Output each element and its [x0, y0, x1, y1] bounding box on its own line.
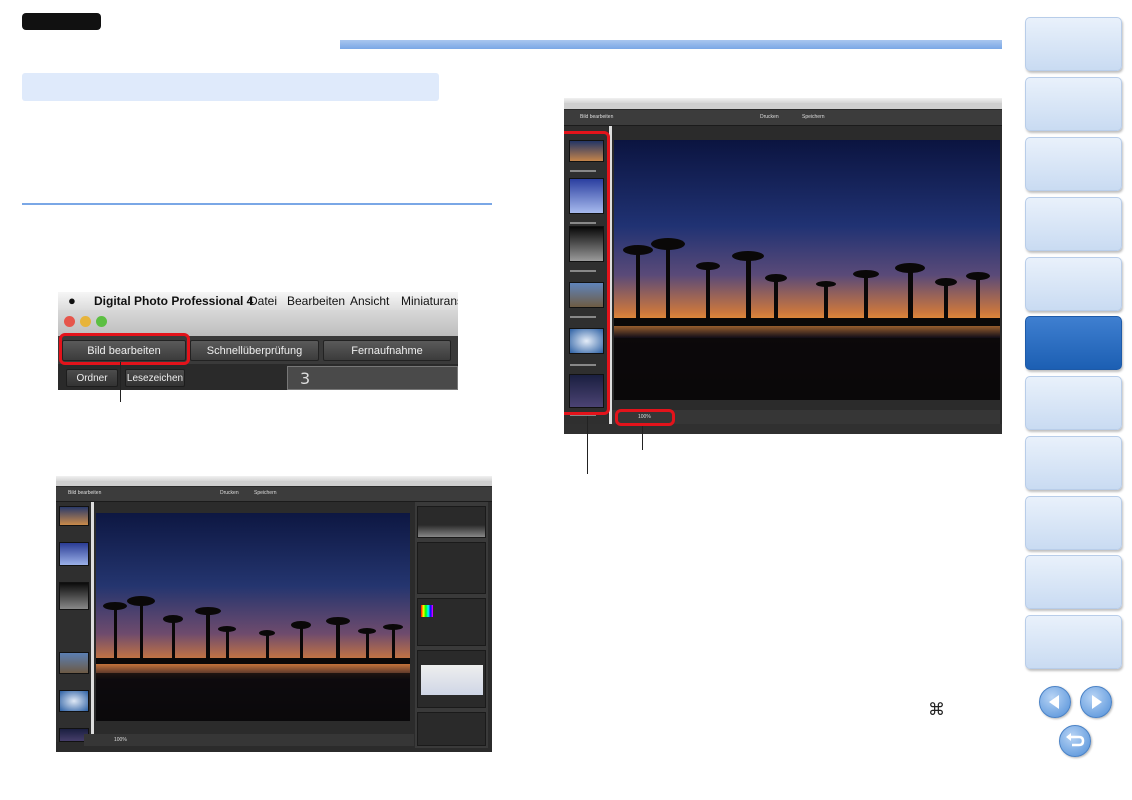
menu-item-ansicht[interactable]: Ansicht: [350, 294, 389, 308]
nav-tab-2[interactable]: [1025, 77, 1122, 131]
arrow-left-icon: [1049, 695, 1059, 709]
nav-tab-4[interactable]: [1025, 197, 1122, 251]
histogram-panel: [417, 506, 486, 538]
thumbnail[interactable]: [59, 506, 89, 526]
color-adjustment-panel: [417, 598, 486, 646]
menu-item-datei[interactable]: Datei: [249, 294, 277, 308]
tab-remote-capture[interactable]: Fernaufnahme: [323, 340, 451, 361]
zoom-level[interactable]: 100%: [114, 737, 127, 743]
nav-tab-8[interactable]: [1025, 436, 1122, 490]
zoom-icon[interactable]: [96, 316, 107, 327]
detail-panel: [417, 712, 486, 746]
return-icon: [1066, 733, 1085, 747]
main-photo: [614, 140, 1000, 400]
window-title-bar: [564, 103, 1002, 109]
nav-tab-9[interactable]: [1025, 496, 1122, 550]
highlight-thumbnail-column: [564, 131, 610, 415]
bottom-toolbar: 100%: [84, 734, 414, 746]
return-button[interactable]: [1059, 725, 1091, 757]
nav-tab-11[interactable]: [1025, 615, 1122, 669]
minimize-icon[interactable]: [80, 316, 91, 327]
print-button[interactable]: Drucken: [760, 114, 779, 120]
next-page-button[interactable]: [1080, 686, 1112, 718]
bookmarks-tab[interactable]: Lesezeichen: [125, 369, 185, 387]
highlight-edit-image-tab: [59, 333, 190, 365]
nav-tab-6-active[interactable]: [1025, 316, 1122, 370]
menu-bar: ● Digital Photo Professional 4 Datei Bea…: [58, 292, 458, 310]
preview-number: 3: [300, 369, 311, 388]
preview-area: 3: [287, 366, 458, 390]
callout-line-zoom: [642, 426, 643, 450]
baobab-silhouettes: [96, 596, 410, 721]
zoomed-window-header: ● Digital Photo Professional 4 Datei Bea…: [58, 292, 458, 390]
nav-tab-1[interactable]: [1025, 17, 1122, 71]
nav-tab-10[interactable]: [1025, 555, 1122, 609]
edit-window-screenshot-large: Bild bearbeiten Drucken Speichern 100%: [564, 98, 1002, 434]
tab-quick-check[interactable]: Schnellüberprüfung: [190, 340, 319, 361]
save-button[interactable]: Speichern: [802, 114, 825, 120]
baobab-silhouettes: [614, 238, 1000, 400]
chapter-badge: [22, 13, 101, 30]
header-rule: [340, 40, 1002, 49]
edit-mode-label: Bild bearbeiten: [68, 490, 102, 496]
main-photo: [96, 513, 410, 721]
thumbnail[interactable]: [59, 542, 89, 566]
save-button[interactable]: Speichern: [254, 490, 277, 496]
window-title-bar: [56, 481, 492, 486]
menu-app-title[interactable]: Digital Photo Professional 4: [94, 294, 253, 308]
thumbnail-scrollbar[interactable]: [91, 502, 94, 742]
basic-adjustment-panel: [417, 542, 486, 594]
command-key-symbol: ⌘: [928, 700, 945, 720]
thumbnail-column: [56, 502, 91, 742]
apple-icon: ●: [68, 293, 76, 308]
nav-tab-7[interactable]: [1025, 376, 1122, 430]
highlight-zoom-controls: [615, 409, 675, 426]
subsection-rule: [22, 203, 492, 205]
close-icon[interactable]: [64, 316, 75, 327]
edit-window-screenshot-small: Bild bearbeiten Drucken Speichern 100%: [56, 476, 492, 752]
menu-item-bearbeiten[interactable]: Bearbeiten: [287, 294, 345, 308]
nav-tab-5[interactable]: [1025, 257, 1122, 311]
prev-page-button[interactable]: [1039, 686, 1071, 718]
folder-tab[interactable]: Ordner: [66, 369, 118, 387]
toolbar: Bild bearbeiten Drucken Speichern: [56, 487, 492, 502]
tool-palette: [415, 502, 488, 748]
menu-item-miniaturansicht[interactable]: Miniaturansic: [401, 294, 458, 308]
color-wheel-icon: [421, 605, 433, 617]
callout-line-edit-tab: [120, 362, 121, 402]
thumbnail[interactable]: [59, 690, 89, 712]
print-button[interactable]: Drucken: [220, 490, 239, 496]
edit-mode-label: Bild bearbeiten: [580, 114, 614, 120]
toolbar: Bild bearbeiten Drucken Speichern: [564, 110, 1002, 126]
folder-row: Ordner Lesezeichen 3: [58, 364, 458, 390]
arrow-right-icon: [1092, 695, 1102, 709]
callout-line-thumbnails: [587, 416, 588, 474]
thumbnail[interactable]: [59, 652, 89, 674]
tone-curve-graph: [421, 665, 483, 695]
nav-tab-3[interactable]: [1025, 137, 1122, 191]
tone-curve-panel: [417, 650, 486, 708]
section-heading-box: [22, 73, 439, 101]
thumbnail[interactable]: [59, 582, 89, 610]
